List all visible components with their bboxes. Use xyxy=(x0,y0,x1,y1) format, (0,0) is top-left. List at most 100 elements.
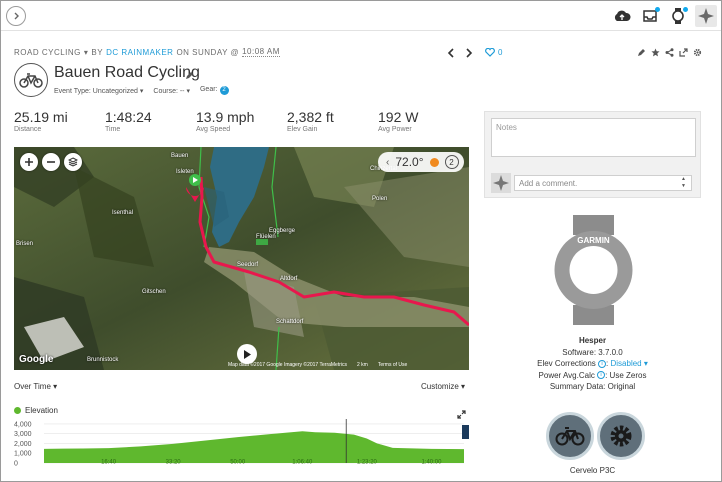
previous-activity-icon[interactable] xyxy=(447,48,455,58)
edit-icon[interactable] xyxy=(637,48,646,57)
weather-temp: 72.0° xyxy=(395,155,424,169)
elev-corrections-caret-icon[interactable]: ▾ xyxy=(642,359,648,368)
stat-time: 1:48:24 Time xyxy=(105,109,152,133)
power-avg-value: Use Zeros xyxy=(609,370,647,380)
satellite-imagery xyxy=(14,147,469,370)
device-software: Software: 3.7.0.0 xyxy=(562,347,623,357)
weather-widget[interactable]: ‹ 72.0° 2 xyxy=(378,152,464,172)
like-count: 0 xyxy=(498,48,503,57)
map-place-label: Isleten xyxy=(176,169,194,175)
gear-settings-button[interactable] xyxy=(597,412,645,460)
play-route-button[interactable] xyxy=(237,344,257,364)
next-activity-icon[interactable] xyxy=(465,48,473,58)
garmin-logo-text: GARMIN xyxy=(577,236,610,245)
expand-nav-button[interactable] xyxy=(6,6,26,26)
y-tick-label: 4,000 xyxy=(14,421,32,428)
elevation-area xyxy=(44,431,464,463)
y-tick-label: 0 xyxy=(14,461,18,468)
stat-label: Avg Speed xyxy=(196,126,231,133)
info-icon[interactable]: i xyxy=(598,359,607,368)
map-place-label: Brisen xyxy=(16,241,34,247)
activity-nav xyxy=(447,48,473,58)
weather-collapse-icon[interactable]: ‹ xyxy=(386,157,389,168)
export-icon[interactable] xyxy=(679,48,688,57)
edit-title-icon[interactable] xyxy=(185,67,194,85)
star-icon[interactable] xyxy=(651,48,660,57)
activity-meta: Event Type: Uncategorized Course: -- Gea… xyxy=(54,86,229,95)
elev-corrections-dropdown[interactable]: Disabled xyxy=(610,359,641,368)
share-icon[interactable] xyxy=(665,48,674,57)
x-tick-label: 16:40 xyxy=(101,460,117,466)
sync-dot xyxy=(683,7,688,12)
map-place-label: Polen xyxy=(372,196,388,202)
comment-scroll-arrows[interactable]: ▲ ▼ xyxy=(681,176,686,190)
stat-value: 192 W xyxy=(378,109,419,125)
watch-sync-icon[interactable] xyxy=(667,5,689,27)
zoom-out-button[interactable] xyxy=(42,153,60,171)
gear-icon[interactable] xyxy=(693,48,702,57)
x-tick-label: 1:23:20 xyxy=(357,460,378,466)
comment-input[interactable]: Add a comment. xyxy=(514,175,692,191)
stat-value: 25.19 mi xyxy=(14,109,68,125)
chart-scroll-handle xyxy=(462,425,469,439)
chart-legend: Elevation xyxy=(14,406,58,415)
y-tick-label: 2,000 xyxy=(14,441,32,448)
cog-icon xyxy=(610,425,632,447)
notification-dot xyxy=(655,7,660,12)
stat-value: 1:48:24 xyxy=(105,109,152,125)
summary-data: Summary Data: Original xyxy=(549,382,636,391)
notes-textarea[interactable]: Notes xyxy=(491,118,696,157)
elev-corrections-row: Elev Corrections i: Disabled ▾ xyxy=(537,359,648,368)
weather-count: 2 xyxy=(444,155,459,169)
customize-dropdown[interactable]: Customize xyxy=(421,382,465,391)
author-link[interactable]: DC RAINMAKER xyxy=(106,48,173,57)
event-type-dropdown[interactable]: Event Type: Uncategorized xyxy=(54,87,143,95)
x-tick-label: 33:20 xyxy=(166,460,182,466)
elevation-chart[interactable]: 0 1,000 2,000 3,000 4,000 16:40 33:20 50:00 1:06… xyxy=(14,417,469,471)
activity-title: Bauen Road Cycling xyxy=(54,64,200,81)
like-button[interactable]: 0 xyxy=(485,48,502,57)
map-place-label: Isenthal xyxy=(112,210,134,216)
inbox-icon[interactable] xyxy=(639,5,661,27)
y-tick-label: 3,000 xyxy=(14,431,32,438)
route-map[interactable]: Bauen Isleten Isenthal Flüelen Eggberge … xyxy=(14,147,469,370)
map-scale: 2 km xyxy=(357,362,368,368)
garmin-watch-image: GARMIN xyxy=(554,215,633,325)
upload-icon[interactable] xyxy=(611,5,633,27)
activity-type-label[interactable]: ROAD CYCLING xyxy=(14,48,81,57)
activity-actions xyxy=(637,48,702,57)
comment-avatar xyxy=(491,173,511,193)
info-icon[interactable]: i xyxy=(597,371,606,380)
activity-type-dropdown-icon[interactable]: ▾ xyxy=(84,48,89,57)
power-avg-row: Power Avg.Calc i: Use Zeros xyxy=(538,370,647,380)
map-attribution-text: Map data ©2017 Google Imagery ©2017 Terr… xyxy=(228,362,348,368)
gear-name: Cervelo P3C xyxy=(569,466,616,475)
map-place-label: Schattdorf xyxy=(276,319,304,325)
stat-distance: 25.19 mi Distance xyxy=(14,109,68,133)
activity-stats: 25.19 mi Distance 1:48:24 Time 13.9 mph Avg… xyxy=(14,109,469,137)
over-time-dropdown[interactable]: Over Time xyxy=(14,382,57,391)
x-tick-label: 50:00 xyxy=(230,460,246,466)
notes-panel: Notes Add a comment. ▲ ▼ xyxy=(484,111,701,198)
power-avg-label: Power Avg.Calc xyxy=(538,370,595,380)
activity-time[interactable]: 10:08 AM xyxy=(242,47,280,57)
map-layers-button[interactable] xyxy=(64,153,82,171)
bike-icon xyxy=(555,427,585,446)
stat-label: Time xyxy=(105,126,121,133)
bike-activity-icon xyxy=(14,63,48,97)
date-text: ON SUNDAY @ xyxy=(176,47,240,57)
breadcrumb: ROAD CYCLING ▾ BY DC RAINMAKER ON SUNDAY… xyxy=(14,47,280,57)
stat-avg-speed: 13.9 mph Avg Speed xyxy=(196,109,254,133)
y-tick-label: 1,000 xyxy=(14,451,32,458)
stat-label: Elev Gain xyxy=(287,126,318,133)
heart-icon xyxy=(485,48,495,57)
map-place-label: Seedorf xyxy=(237,262,259,268)
user-avatar[interactable] xyxy=(695,5,717,27)
gear-field[interactable]: Gear: 2 xyxy=(200,86,229,95)
bike-gear-button[interactable] xyxy=(546,412,594,460)
zoom-in-button[interactable] xyxy=(20,153,38,171)
course-dropdown[interactable]: Course: -- xyxy=(153,87,190,95)
map-place-label: Altdorf xyxy=(280,276,298,282)
terms-link[interactable]: Terms of Use xyxy=(378,362,407,368)
stat-value: 2,382 ft xyxy=(287,109,334,125)
